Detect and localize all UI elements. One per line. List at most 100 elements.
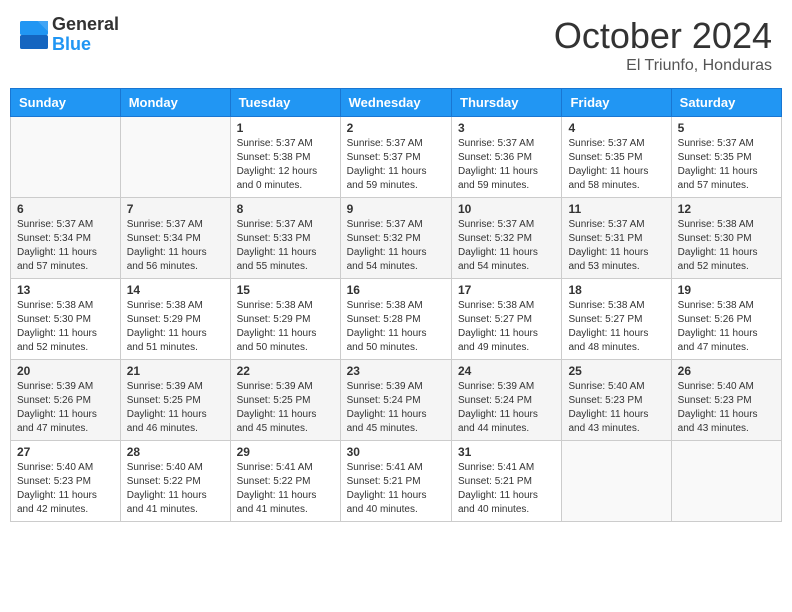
calendar-table: SundayMondayTuesdayWednesdayThursdayFrid… xyxy=(10,88,782,522)
calendar-day-cell: 23 Sunrise: 5:39 AM Sunset: 5:24 PM Dayli… xyxy=(340,360,451,441)
calendar-week-row: 13Sunrise: 5:38 AM Sunset: 5:30 PM Dayli… xyxy=(11,279,782,360)
day-info: Sunrise: 5:40 AM Sunset: 5:22 PM Dayligh… xyxy=(127,461,224,517)
logo-icon xyxy=(20,21,48,49)
calendar-weekday-header: Thursday xyxy=(452,89,562,117)
day-number: 4 xyxy=(568,121,664,135)
day-info: Sunrise: 5:37 AM Sunset: 5:32 PM Dayligh… xyxy=(458,218,555,274)
day-info: Sunrise: 5:39 AM Sunset: 5:24 PM Dayligh… xyxy=(347,380,445,436)
logo: General Blue xyxy=(20,15,119,55)
calendar-day-cell: 21 Sunrise: 5:39 AM Sunset: 5:25 PM Dayli… xyxy=(120,360,230,441)
day-number: 29 xyxy=(237,445,334,459)
day-info: Sunrise: 5:39 AM Sunset: 5:25 PM Dayligh… xyxy=(127,380,224,436)
day-info: Sunrise: 5:37 AM Sunset: 5:36 PM Dayligh… xyxy=(458,137,555,193)
logo-blue-text: Blue xyxy=(52,35,119,55)
day-number: 21 xyxy=(127,364,224,378)
calendar-week-row: 20 Sunrise: 5:39 AM Sunset: 5:26 PM Dayli… xyxy=(11,360,782,441)
calendar-day-cell: 4 Sunrise: 5:37 AM Sunset: 5:35 PM Daylig… xyxy=(562,117,671,198)
calendar-day-cell: 26 Sunrise: 5:40 AM Sunset: 5:23 PM Dayli… xyxy=(671,360,781,441)
day-info: Sunrise: 5:38 AM Sunset: 5:27 PM Dayligh… xyxy=(458,299,555,355)
month-title: October 2024 xyxy=(554,15,772,57)
calendar-day-cell xyxy=(562,441,671,522)
day-info: Sunrise: 5:40 AM Sunset: 5:23 PM Dayligh… xyxy=(17,461,114,517)
page-header: General Blue October 2024 El Triunfo, Ho… xyxy=(10,10,782,80)
logo-general-text: General xyxy=(52,15,119,35)
day-info: Sunrise: 5:37 AM Sunset: 5:34 PM Dayligh… xyxy=(127,218,224,274)
calendar-day-cell xyxy=(671,441,781,522)
day-number: 15 xyxy=(237,283,334,297)
day-number: 28 xyxy=(127,445,224,459)
calendar-day-cell: 2Sunrise: 5:37 AM Sunset: 5:37 PM Daylig… xyxy=(340,117,451,198)
day-number: 12 xyxy=(678,202,775,216)
day-number: 3 xyxy=(458,121,555,135)
day-number: 19 xyxy=(678,283,775,297)
logo-text: General Blue xyxy=(52,15,119,55)
calendar-weekday-header: Sunday xyxy=(11,89,121,117)
calendar-day-cell: 20 Sunrise: 5:39 AM Sunset: 5:26 PM Dayli… xyxy=(11,360,121,441)
day-info: Sunrise: 5:37 AM Sunset: 5:38 PM Dayligh… xyxy=(237,137,334,193)
day-info: Sunrise: 5:41 AM Sunset: 5:22 PM Dayligh… xyxy=(237,461,334,517)
day-info: Sunrise: 5:40 AM Sunset: 5:23 PM Dayligh… xyxy=(678,380,775,436)
calendar-day-cell: 10Sunrise: 5:37 AM Sunset: 5:32 PM Dayli… xyxy=(452,198,562,279)
calendar-day-cell: 5 Sunrise: 5:37 AM Sunset: 5:35 PM Daylig… xyxy=(671,117,781,198)
day-info: Sunrise: 5:38 AM Sunset: 5:27 PM Dayligh… xyxy=(568,299,664,355)
day-number: 11 xyxy=(568,202,664,216)
calendar-day-cell: 13Sunrise: 5:38 AM Sunset: 5:30 PM Dayli… xyxy=(11,279,121,360)
day-number: 23 xyxy=(347,364,445,378)
calendar-header-row: SundayMondayTuesdayWednesdayThursdayFrid… xyxy=(11,89,782,117)
calendar-day-cell: 18 Sunrise: 5:38 AM Sunset: 5:27 PM Dayli… xyxy=(562,279,671,360)
day-number: 8 xyxy=(237,202,334,216)
day-number: 20 xyxy=(17,364,114,378)
calendar-day-cell xyxy=(11,117,121,198)
calendar-day-cell xyxy=(120,117,230,198)
calendar-day-cell: 9 Sunrise: 5:37 AM Sunset: 5:32 PM Daylig… xyxy=(340,198,451,279)
calendar-day-cell: 14Sunrise: 5:38 AM Sunset: 5:29 PM Dayli… xyxy=(120,279,230,360)
calendar-day-cell: 31 Sunrise: 5:41 AM Sunset: 5:21 PM Dayli… xyxy=(452,441,562,522)
day-number: 18 xyxy=(568,283,664,297)
day-info: Sunrise: 5:37 AM Sunset: 5:31 PM Dayligh… xyxy=(568,218,664,274)
location-text: El Triunfo, Honduras xyxy=(554,57,772,75)
calendar-day-cell: 24Sunrise: 5:39 AM Sunset: 5:24 PM Dayli… xyxy=(452,360,562,441)
day-info: Sunrise: 5:37 AM Sunset: 5:37 PM Dayligh… xyxy=(347,137,445,193)
calendar-day-cell: 12 Sunrise: 5:38 AM Sunset: 5:30 PM Dayli… xyxy=(671,198,781,279)
day-number: 30 xyxy=(347,445,445,459)
day-info: Sunrise: 5:37 AM Sunset: 5:32 PM Dayligh… xyxy=(347,218,445,274)
calendar-day-cell: 25Sunrise: 5:40 AM Sunset: 5:23 PM Dayli… xyxy=(562,360,671,441)
day-number: 17 xyxy=(458,283,555,297)
day-info: Sunrise: 5:38 AM Sunset: 5:28 PM Dayligh… xyxy=(347,299,445,355)
day-info: Sunrise: 5:39 AM Sunset: 5:24 PM Dayligh… xyxy=(458,380,555,436)
day-number: 26 xyxy=(678,364,775,378)
calendar-day-cell: 15Sunrise: 5:38 AM Sunset: 5:29 PM Dayli… xyxy=(230,279,340,360)
calendar-day-cell: 27 Sunrise: 5:40 AM Sunset: 5:23 PM Dayli… xyxy=(11,441,121,522)
calendar-week-row: 1 Sunrise: 5:37 AM Sunset: 5:38 PM Daylig… xyxy=(11,117,782,198)
day-number: 27 xyxy=(17,445,114,459)
day-info: Sunrise: 5:37 AM Sunset: 5:35 PM Dayligh… xyxy=(568,137,664,193)
calendar-day-cell: 29 Sunrise: 5:41 AM Sunset: 5:22 PM Dayli… xyxy=(230,441,340,522)
day-number: 9 xyxy=(347,202,445,216)
calendar-day-cell: 16Sunrise: 5:38 AM Sunset: 5:28 PM Dayli… xyxy=(340,279,451,360)
calendar-day-cell: 19Sunrise: 5:38 AM Sunset: 5:26 PM Dayli… xyxy=(671,279,781,360)
day-number: 5 xyxy=(678,121,775,135)
calendar-day-cell: 3 Sunrise: 5:37 AM Sunset: 5:36 PM Daylig… xyxy=(452,117,562,198)
day-number: 25 xyxy=(568,364,664,378)
day-info: Sunrise: 5:41 AM Sunset: 5:21 PM Dayligh… xyxy=(458,461,555,517)
calendar-day-cell: 28 Sunrise: 5:40 AM Sunset: 5:22 PM Dayli… xyxy=(120,441,230,522)
calendar-day-cell: 17 Sunrise: 5:38 AM Sunset: 5:27 PM Dayli… xyxy=(452,279,562,360)
day-info: Sunrise: 5:38 AM Sunset: 5:30 PM Dayligh… xyxy=(678,218,775,274)
calendar-day-cell: 8 Sunrise: 5:37 AM Sunset: 5:33 PM Daylig… xyxy=(230,198,340,279)
calendar-day-cell: 22Sunrise: 5:39 AM Sunset: 5:25 PM Dayli… xyxy=(230,360,340,441)
title-section: October 2024 El Triunfo, Honduras xyxy=(554,15,772,75)
day-info: Sunrise: 5:38 AM Sunset: 5:30 PM Dayligh… xyxy=(17,299,114,355)
calendar-day-cell: 11 Sunrise: 5:37 AM Sunset: 5:31 PM Dayli… xyxy=(562,198,671,279)
day-info: Sunrise: 5:39 AM Sunset: 5:26 PM Dayligh… xyxy=(17,380,114,436)
day-number: 31 xyxy=(458,445,555,459)
calendar-day-cell: 7 Sunrise: 5:37 AM Sunset: 5:34 PM Daylig… xyxy=(120,198,230,279)
calendar-week-row: 27 Sunrise: 5:40 AM Sunset: 5:23 PM Dayli… xyxy=(11,441,782,522)
day-number: 7 xyxy=(127,202,224,216)
calendar-weekday-header: Saturday xyxy=(671,89,781,117)
day-info: Sunrise: 5:37 AM Sunset: 5:33 PM Dayligh… xyxy=(237,218,334,274)
calendar-weekday-header: Wednesday xyxy=(340,89,451,117)
day-number: 1 xyxy=(237,121,334,135)
day-info: Sunrise: 5:37 AM Sunset: 5:35 PM Dayligh… xyxy=(678,137,775,193)
calendar-day-cell: 6Sunrise: 5:37 AM Sunset: 5:34 PM Daylig… xyxy=(11,198,121,279)
calendar-day-cell: 30Sunrise: 5:41 AM Sunset: 5:21 PM Dayli… xyxy=(340,441,451,522)
